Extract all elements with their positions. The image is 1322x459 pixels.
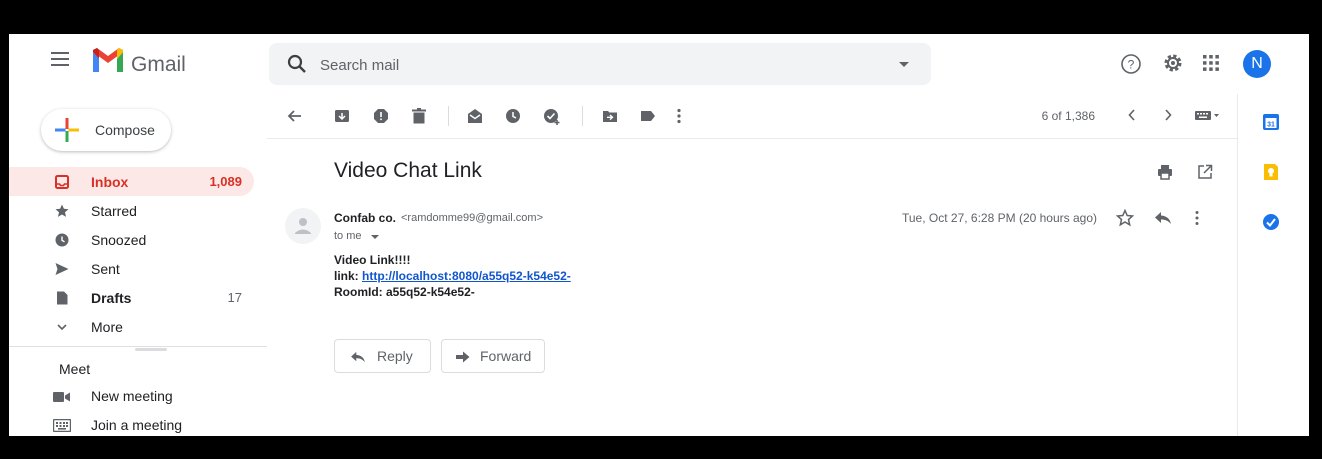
message-body: Video Link!!!! link: http://localhost:80… bbox=[334, 252, 571, 300]
reply-button[interactable]: Reply bbox=[334, 339, 431, 373]
gear-icon[interactable] bbox=[1161, 51, 1185, 80]
tasks-icon[interactable] bbox=[1262, 213, 1280, 236]
message-date: Tue, Oct 27, 6:28 PM (20 hours ago) bbox=[902, 211, 1097, 225]
side-panel: 31 bbox=[1237, 94, 1309, 436]
link-label: link: bbox=[334, 269, 359, 283]
gmail-logo-icon[interactable] bbox=[91, 48, 125, 79]
apps-grid-icon[interactable] bbox=[1202, 54, 1220, 77]
archive-icon[interactable] bbox=[334, 108, 350, 129]
sidebar-item-sent[interactable]: Sent bbox=[9, 254, 254, 283]
print-icon[interactable] bbox=[1157, 164, 1173, 185]
message-subject: Video Chat Link bbox=[334, 159, 482, 182]
compose-label: Compose bbox=[95, 122, 155, 138]
sender-name: Confab co. bbox=[334, 211, 396, 225]
room-id: a55q52-k54e52- bbox=[386, 285, 475, 299]
star-icon bbox=[55, 204, 69, 218]
sidebar: Compose Inbox 1,089 Starred Snoozed Sent… bbox=[9, 94, 267, 436]
search-icon[interactable] bbox=[287, 54, 307, 79]
pagination-text: 6 of 1,386 bbox=[1041, 109, 1095, 123]
search-bar[interactable]: Search mail bbox=[269, 43, 931, 85]
sidebar-item-label: More bbox=[91, 319, 123, 335]
meet-section-title: Meet bbox=[59, 361, 91, 377]
unread-count: 1,089 bbox=[209, 174, 242, 189]
drafts-count: 17 bbox=[227, 290, 242, 305]
sidebar-item-label: Snoozed bbox=[91, 232, 147, 248]
sidebar-item-more[interactable]: More bbox=[9, 312, 254, 341]
meet-item-new-meeting[interactable]: New meeting bbox=[9, 382, 254, 410]
sidebar-item-label: Drafts bbox=[91, 290, 132, 306]
top-bar: Gmail Search mail ? N bbox=[9, 34, 1309, 94]
resize-handle[interactable] bbox=[135, 348, 167, 351]
keep-icon[interactable] bbox=[1262, 163, 1280, 186]
forward-arrow-icon bbox=[456, 350, 470, 368]
video-icon bbox=[53, 390, 71, 408]
sidebar-item-starred[interactable]: Starred bbox=[9, 196, 254, 225]
body-line-title: Video Link!!!! bbox=[334, 253, 411, 267]
account-avatar[interactable]: N bbox=[1243, 50, 1271, 78]
forward-button[interactable]: Forward bbox=[441, 339, 545, 373]
inbox-icon bbox=[55, 175, 69, 189]
svg-text:31: 31 bbox=[1267, 122, 1275, 129]
body-line-room: RoomId: a55q52-k54e52- bbox=[334, 284, 571, 300]
body-line-link: link: http://localhost:8080/a55q52-k54e5… bbox=[334, 268, 571, 284]
reply-label: Reply bbox=[377, 348, 413, 364]
add-to-tasks-icon[interactable] bbox=[543, 108, 561, 131]
older-chevron-icon[interactable] bbox=[1163, 108, 1173, 127]
calendar-icon[interactable]: 31 bbox=[1262, 113, 1280, 136]
sidebar-item-label: Starred bbox=[91, 203, 137, 219]
reply-icon[interactable] bbox=[1154, 211, 1172, 230]
back-arrow-icon[interactable] bbox=[287, 108, 303, 129]
toolbar-divider bbox=[448, 106, 449, 126]
help-icon[interactable]: ? bbox=[1120, 53, 1142, 80]
meet-item-label: Join a meeting bbox=[91, 417, 183, 433]
sidebar-item-inbox[interactable]: Inbox 1,089 bbox=[9, 167, 254, 196]
meeting-link[interactable]: http://localhost:8080/a55q52-k54e52- bbox=[362, 269, 571, 283]
toolbar-divider bbox=[582, 106, 583, 126]
sender-email: <ramdomme99@gmail.com> bbox=[401, 212, 543, 224]
delete-icon[interactable] bbox=[412, 108, 426, 129]
sender-avatar[interactable] bbox=[285, 208, 321, 244]
room-label: RoomId: bbox=[334, 285, 383, 299]
reply-arrow-icon bbox=[350, 350, 366, 368]
snooze-clock-icon[interactable] bbox=[505, 108, 521, 129]
search-options-icon[interactable] bbox=[899, 62, 909, 67]
meet-item-label: New meeting bbox=[91, 388, 173, 404]
move-to-icon[interactable] bbox=[602, 108, 618, 129]
sidebar-item-label: Sent bbox=[91, 261, 120, 277]
recipient-summary: to me bbox=[334, 230, 362, 242]
draft-icon bbox=[55, 291, 69, 305]
label-icon[interactable] bbox=[640, 108, 656, 129]
forward-label: Forward bbox=[480, 348, 532, 364]
compose-plus-icon bbox=[55, 118, 80, 147]
gmail-window: Gmail Search mail ? N Compose Inbox 1,08… bbox=[9, 34, 1309, 436]
meet-item-join-meeting[interactable]: Join a meeting bbox=[9, 411, 254, 436]
show-details-icon[interactable] bbox=[371, 235, 379, 239]
app-name: Gmail bbox=[131, 53, 186, 76]
main-menu-icon[interactable] bbox=[51, 52, 69, 66]
sidebar-item-snoozed[interactable]: Snoozed bbox=[9, 225, 254, 254]
send-icon bbox=[55, 262, 69, 276]
newer-chevron-icon[interactable] bbox=[1127, 108, 1137, 127]
mark-unread-icon[interactable] bbox=[467, 108, 483, 129]
open-in-new-window-icon[interactable] bbox=[1197, 164, 1213, 185]
search-input[interactable]: Search mail bbox=[320, 57, 399, 74]
sidebar-item-drafts[interactable]: Drafts 17 bbox=[9, 283, 254, 312]
sidebar-item-label: Inbox bbox=[91, 174, 129, 190]
more-options-icon[interactable] bbox=[677, 108, 681, 129]
chevron-down-icon bbox=[55, 320, 69, 334]
keyboard-icon bbox=[52, 418, 72, 436]
star-outline-icon[interactable] bbox=[1115, 208, 1135, 232]
message-more-icon[interactable] bbox=[1195, 210, 1199, 231]
svg-text:?: ? bbox=[1128, 58, 1135, 72]
report-spam-icon[interactable] bbox=[373, 108, 389, 129]
message-toolbar: 6 of 1,386 bbox=[267, 94, 1237, 139]
input-tools-keyboard-icon[interactable] bbox=[1195, 108, 1221, 126]
compose-button[interactable]: Compose bbox=[41, 109, 171, 151]
divider bbox=[9, 346, 267, 347]
clock-icon bbox=[55, 233, 69, 247]
